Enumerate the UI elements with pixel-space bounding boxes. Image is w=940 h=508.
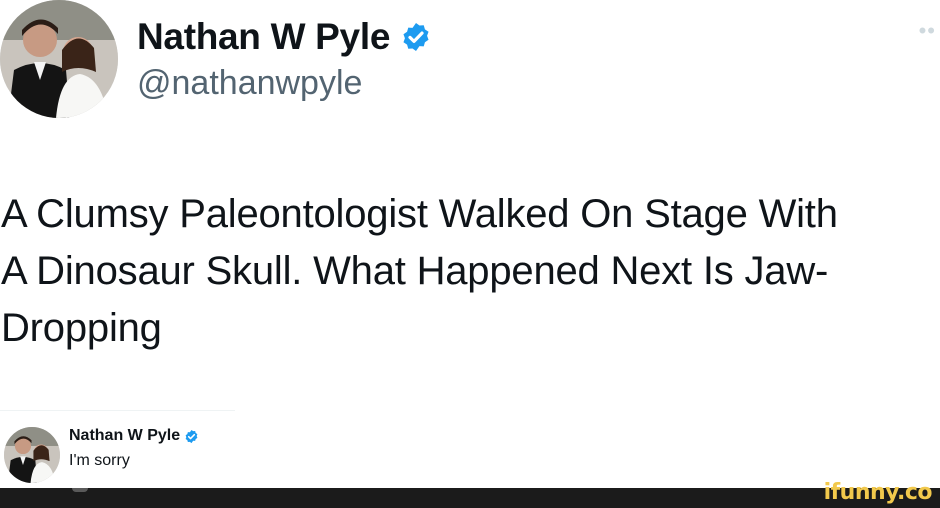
reply-text: I'm sorry — [69, 452, 130, 469]
watermark-bar: ifunny.co — [0, 480, 940, 508]
ifunny-watermark: ifunny.co — [823, 480, 933, 505]
verified-badge-icon — [185, 429, 198, 443]
reply-author-avatar[interactable] — [4, 427, 60, 483]
author-avatar[interactable] — [0, 0, 118, 118]
author-name-row: Nathan W Pyle — [137, 14, 432, 60]
tweet-body: A Clumsy Paleontologist Walked On Stage … — [1, 186, 936, 357]
tweet-text-line: A Dinosaur Skull. What Happened Next Is … — [1, 249, 829, 293]
author-display-name[interactable]: Nathan W Pyle — [137, 16, 390, 58]
tweet-text-line: Dropping — [1, 306, 162, 350]
author-handle[interactable]: @nathanwpyle — [137, 64, 362, 103]
tweet-text-line: A Clumsy Paleontologist Walked On Stage … — [1, 192, 838, 236]
verified-badge-icon — [403, 23, 429, 51]
wedding-photo-avatar-icon — [0, 0, 118, 118]
reply-divider — [0, 410, 235, 411]
tweet-header: Nathan W Pyle @nathanwpyle •• — [0, 0, 940, 130]
wedding-photo-avatar-icon — [4, 427, 60, 483]
reply-icon — [72, 488, 88, 492]
more-options-icon[interactable]: •• — [919, 18, 936, 44]
reply-author-name[interactable]: Nathan W Pyle — [69, 427, 180, 445]
reply-name-row: Nathan W Pyle — [69, 426, 199, 446]
